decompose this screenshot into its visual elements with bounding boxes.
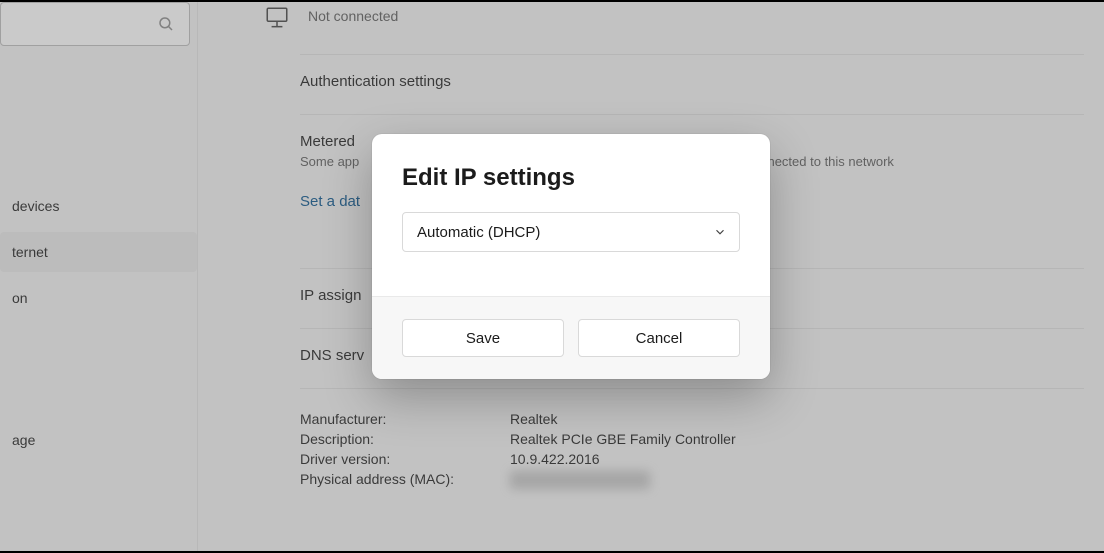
edit-ip-settings-dialog: Edit IP settings Automatic (DHCP) Save C…	[372, 134, 770, 379]
sidebar-item-label: ternet	[12, 244, 48, 260]
cancel-button[interactable]: Cancel	[578, 319, 740, 357]
info-row: Driver version: 10.9.422.2016	[300, 451, 1084, 467]
sidebar-item-label: age	[12, 432, 35, 448]
dialog-footer: Save Cancel	[372, 297, 770, 379]
info-label: Driver version:	[300, 451, 510, 467]
sidebar-item-internet[interactable]: ternet	[0, 232, 197, 272]
ip-mode-dropdown[interactable]: Automatic (DHCP)	[402, 212, 740, 252]
info-label: Manufacturer:	[300, 411, 510, 427]
ethernet-icon	[264, 5, 290, 31]
button-label: Save	[466, 330, 500, 347]
info-row: Manufacturer: Realtek	[300, 411, 1084, 427]
button-label: Cancel	[636, 330, 683, 347]
info-value: 10.9.422.2016	[510, 451, 600, 467]
sidebar-item-label: on	[12, 290, 28, 306]
info-row: Description: Realtek PCIe GBE Family Con…	[300, 431, 1084, 447]
set-data-limit-link[interactable]: Set a dat	[300, 193, 360, 210]
search-input[interactable]	[0, 2, 190, 46]
search-icon	[157, 15, 175, 33]
sidebar-item-devices[interactable]: devices	[0, 186, 197, 226]
sidebar-item-age[interactable]: age	[0, 420, 197, 460]
info-label: Physical address (MAC):	[300, 471, 510, 492]
sidebar-item-on[interactable]: on	[0, 278, 197, 318]
info-row: Physical address (MAC):	[300, 471, 1084, 492]
save-button[interactable]: Save	[402, 319, 564, 357]
info-label: Description:	[300, 431, 510, 447]
chevron-down-icon	[713, 225, 727, 239]
info-value: Realtek PCIe GBE Family Controller	[510, 431, 736, 447]
sidebar-item-label: devices	[12, 198, 59, 214]
sidebar: devices ternet on age	[0, 2, 198, 551]
section-title: Authentication settings	[300, 73, 1084, 90]
dropdown-selected-value: Automatic (DHCP)	[417, 224, 540, 241]
ethernet-header: Not connected	[240, 0, 1084, 36]
section-authentication[interactable]: Authentication settings	[300, 54, 1084, 108]
ethernet-status: Not connected	[308, 8, 398, 24]
dialog-title: Edit IP settings	[402, 164, 740, 192]
info-value-blurred	[510, 471, 650, 492]
section-adapter-info: Manufacturer: Realtek Description: Realt…	[300, 388, 1084, 514]
info-value: Realtek	[510, 411, 557, 427]
